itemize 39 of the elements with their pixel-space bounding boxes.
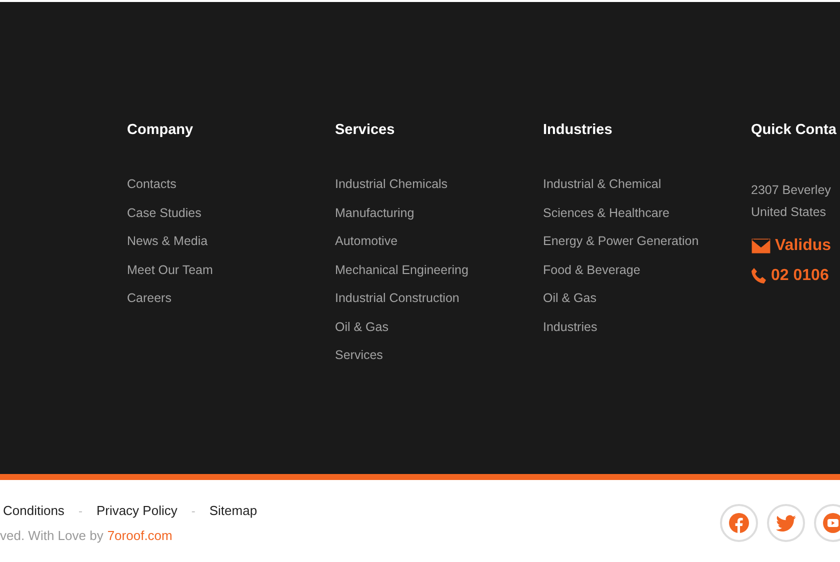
footer-link[interactable]: Sciences & Healthcare: [543, 206, 670, 220]
twitter-button[interactable]: [767, 504, 805, 542]
email-link[interactable]: Validus: [775, 237, 832, 255]
column-heading: Services: [335, 121, 395, 139]
separator-text: -: [191, 504, 196, 518]
twitter-icon: [776, 514, 796, 532]
phone-icon: [751, 268, 767, 284]
footer-link[interactable]: Food & Beverage: [543, 262, 640, 278]
bottom-link[interactable]: Sitemap: [209, 503, 258, 518]
footer-link[interactable]: Services: [335, 348, 383, 363]
footer-link[interactable]: Industries: [543, 320, 598, 334]
envelope-icon: [751, 238, 771, 254]
copyright-text: ved. With Love by: [0, 528, 104, 543]
footer-link[interactable]: Contacts: [127, 177, 176, 192]
facebook-button[interactable]: [720, 504, 758, 542]
bottom-link[interactable]: Privacy Policy: [96, 503, 178, 518]
youtube-icon: [823, 513, 840, 533]
footer-link[interactable]: Oil & Gas: [543, 291, 596, 306]
footer-link[interactable]: Industrial & Chemical: [543, 177, 662, 192]
footer-link[interactable]: Oil & Gas: [335, 320, 388, 334]
facebook-icon: [729, 513, 749, 533]
footer-link[interactable]: Energy & Power Generation: [543, 234, 699, 249]
footer-link[interactable]: Mechanical Engineering: [335, 262, 468, 278]
column-heading: Industries: [543, 121, 612, 139]
footer-link[interactable]: Automotive: [335, 234, 398, 249]
bottom-link[interactable]: Conditions: [3, 503, 64, 518]
footer-link[interactable]: Meet Our Team: [127, 262, 213, 278]
footer-link[interactable]: Manufacturing: [335, 206, 414, 220]
address-text: United States: [751, 204, 828, 221]
address-text: 2307 Beverley: [751, 182, 831, 199]
footer-link[interactable]: Careers: [127, 291, 172, 306]
footer-link[interactable]: News & Media: [127, 234, 208, 249]
footer-link[interactable]: Case Studies: [127, 206, 202, 220]
phone-link[interactable]: 02 0106: [771, 267, 829, 285]
footer-link[interactable]: Industrial Construction: [335, 291, 460, 306]
column-heading: Quick Conta: [751, 121, 836, 139]
column-heading: Company: [127, 121, 194, 139]
separator-text: -: [78, 504, 82, 518]
footer-link[interactable]: Industrial Chemicals: [335, 177, 448, 192]
